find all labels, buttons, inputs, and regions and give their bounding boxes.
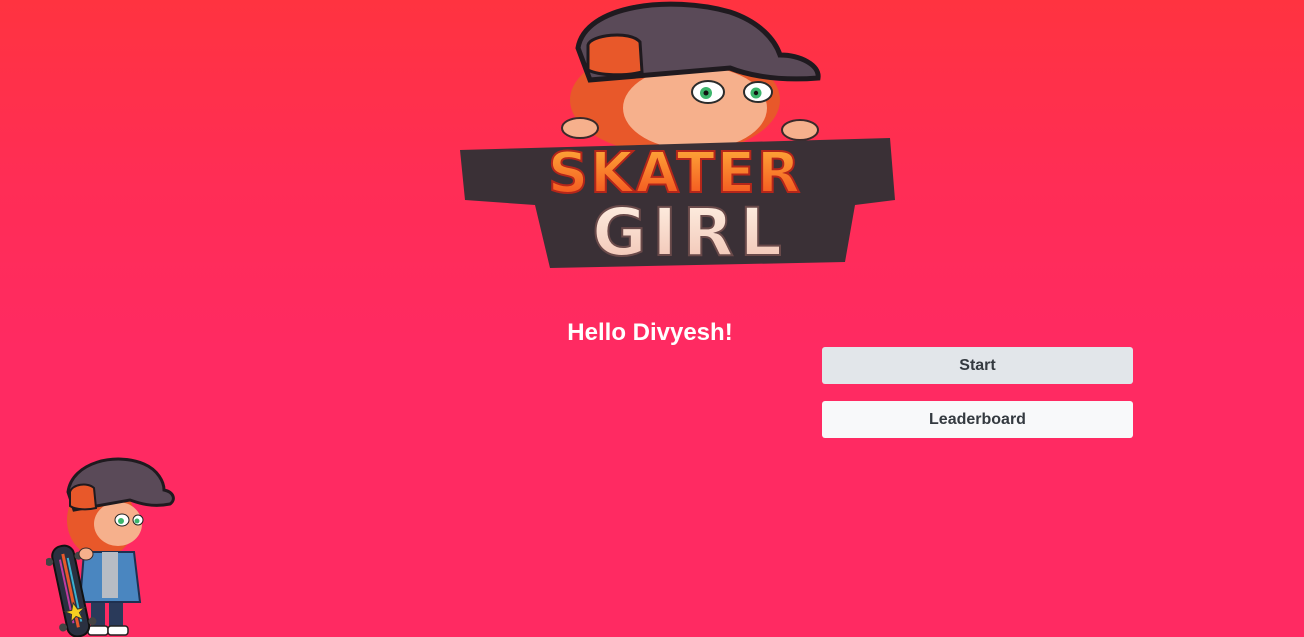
logo-artwork: SKATER GIRL xyxy=(460,1,895,272)
greeting-text: Hello Divyesh! xyxy=(567,319,733,346)
main-menu: Start Leaderboard xyxy=(822,347,1133,438)
leaderboard-button[interactable]: Leaderboard xyxy=(822,401,1133,438)
character-artwork xyxy=(46,457,175,637)
face-shape xyxy=(623,66,767,150)
logo-title-girl: GIRL xyxy=(592,194,788,271)
skater-girl-logo: SKATER GIRL xyxy=(440,0,910,290)
skater-girl-character xyxy=(46,452,178,637)
start-button[interactable]: Start xyxy=(822,347,1133,384)
